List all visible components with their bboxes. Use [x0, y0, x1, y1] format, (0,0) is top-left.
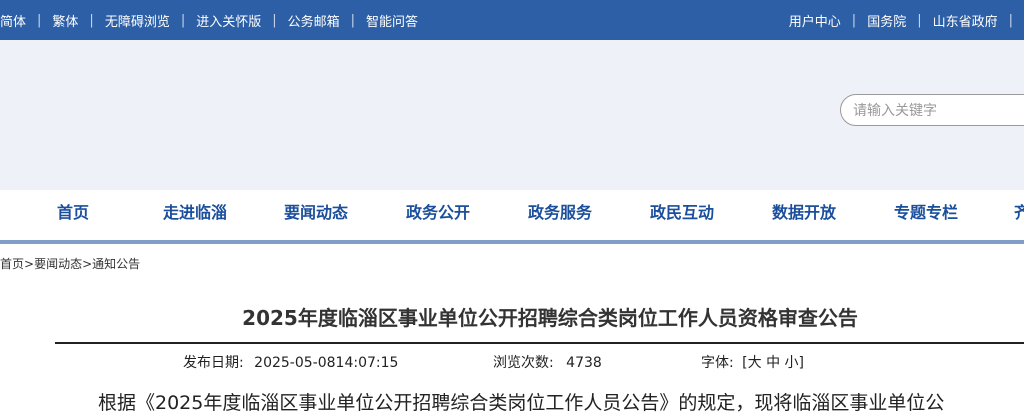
nav-item-gov-services[interactable]: 政务服务 — [528, 190, 592, 236]
nav-item-open-data[interactable]: 数据开放 — [772, 190, 836, 236]
separator: | — [917, 12, 922, 28]
nav-item-news[interactable]: 要闻动态 — [284, 190, 348, 236]
font-size-medium-button[interactable]: 中 — [766, 355, 780, 371]
nav-item-about-linzi[interactable]: 走进临淄 — [163, 190, 227, 236]
main-nav: 首页 走进临淄 要闻动态 政务公开 政务服务 政民互动 数据开放 专题专栏 齐 — [0, 190, 1024, 240]
nav-item-special-topics[interactable]: 专题专栏 — [894, 190, 958, 236]
link-shandong-government[interactable]: 山东省政府 — [933, 11, 998, 30]
breadcrumb-separator: > — [82, 257, 93, 271]
nav-item-overflow[interactable]: 齐 — [1014, 190, 1024, 236]
top-utility-bar: 简体 | 繁体 | 无障碍浏览 | 进入关怀版 | 公务邮箱 | 智能问答 用户… — [0, 0, 1024, 40]
nav-item-home[interactable]: 首页 — [57, 190, 89, 236]
separator: | — [1008, 12, 1013, 28]
breadcrumb-notices[interactable]: 通知公告 — [92, 257, 140, 271]
article-first-line: 根据《2025年度临淄区事业单位公开招聘综合类岗位工作人员公告》的规定，现将临淄… — [98, 392, 945, 414]
link-simplified[interactable]: 简体 — [0, 11, 26, 30]
view-count-label: 浏览次数: — [493, 355, 554, 371]
publish-date: 发布日期: 2025-05-0814:07:15 — [183, 352, 398, 372]
link-care-version[interactable]: 进入关怀版 — [196, 11, 261, 30]
article-title: 2025年度临淄区事业单位公开招聘综合类岗位工作人员资格审查公告 — [242, 306, 858, 330]
breadcrumb-news[interactable]: 要闻动态 — [34, 257, 82, 271]
separator: | — [37, 12, 42, 28]
publish-date-label: 发布日期: — [183, 355, 244, 371]
utility-links-right: 用户中心 | 国务院 | 山东省政府 | — [789, 0, 1024, 40]
breadcrumb: 首页>要闻动态>通知公告 — [0, 255, 140, 272]
font-size-large-button[interactable]: 大 — [748, 355, 762, 371]
search-box[interactable] — [840, 94, 1024, 126]
nav-item-gov-affairs[interactable]: 政务公开 — [406, 190, 470, 236]
separator: | — [350, 12, 356, 28]
font-size-control: 字体: [大 中 小] — [701, 352, 804, 372]
font-size-small-button[interactable]: 小 — [785, 355, 799, 371]
search-input[interactable] — [853, 101, 1024, 121]
separator: | — [180, 12, 186, 28]
separator: | — [851, 12, 857, 28]
utility-links-left: 简体 | 繁体 | 无障碍浏览 | 进入关怀版 | 公务邮箱 | 智能问答 — [0, 0, 418, 40]
nav-item-interaction[interactable]: 政民互动 — [650, 190, 714, 236]
link-official-mail[interactable]: 公务邮箱 — [288, 11, 340, 30]
nav-underline — [0, 240, 1024, 244]
separator: | — [89, 12, 94, 28]
view-count: 浏览次数: 4738 — [493, 352, 602, 372]
view-count-value: 4738 — [566, 355, 602, 371]
link-accessibility[interactable]: 无障碍浏览 — [105, 11, 170, 30]
font-size-label: 字体: — [701, 355, 734, 371]
link-user-center[interactable]: 用户中心 — [789, 11, 841, 30]
publish-date-value: 2025-05-0814:07:15 — [254, 355, 399, 371]
breadcrumb-home[interactable]: 首页 — [0, 257, 24, 271]
link-state-council[interactable]: 国务院 — [867, 11, 906, 30]
title-divider — [55, 342, 1024, 344]
link-smart-qa[interactable]: 智能问答 — [366, 11, 418, 30]
bracket-close: ] — [798, 355, 805, 371]
link-traditional[interactable]: 繁体 — [52, 11, 78, 30]
separator: | — [272, 12, 277, 28]
breadcrumb-separator: > — [24, 257, 35, 271]
